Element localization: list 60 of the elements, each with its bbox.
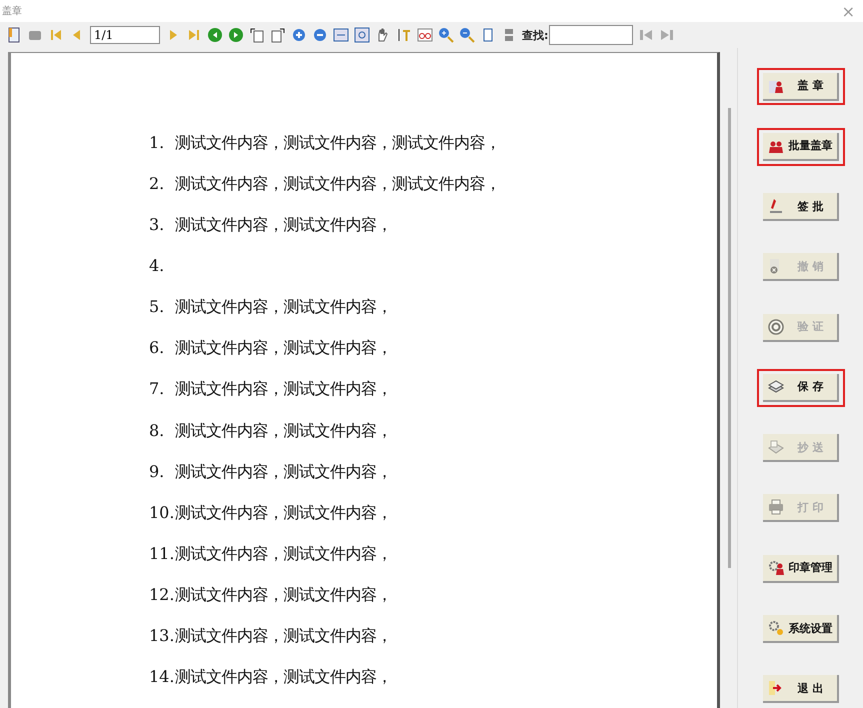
rotate-left-icon[interactable] [249,27,265,43]
line-number: 12. [149,584,175,606]
line-text: 测试文件内容，测试文件内容， [175,462,392,483]
line-text: 测试文件内容，测试文件内容， [175,297,392,318]
document-icon[interactable] [6,27,22,43]
window-title: 盖章 [2,4,22,18]
line-number: 3. [149,215,166,236]
line-text: 测试文件内容，测试文件内容， [175,584,392,606]
fit-width-icon[interactable] [333,27,349,43]
line-number: 9. [149,462,166,483]
minus-icon[interactable] [312,27,328,43]
line-number: 6. [149,338,166,360]
line-text: 测试文件内容，测试文件内容， [175,667,392,688]
find-next-icon[interactable] [659,27,676,43]
line-number: 5. [149,297,166,318]
search-field[interactable] [549,25,634,45]
line-text: 测试文件内容，测试文件内容， [175,544,392,565]
plus-icon[interactable] [291,27,307,43]
line-number: 8. [149,420,166,442]
action-button[interactable]: 退 出 [762,675,838,704]
line-text: 测试文件内容，测试文件内容， [175,502,392,524]
zoom-out-icon[interactable] [459,27,475,43]
line-text: 测试文件内容，测试文件内容， [175,626,392,647]
page-number-field[interactable]: 1/1 [90,26,160,44]
search-label: 查找: [522,28,548,42]
line-number: 4. [149,256,166,278]
glasses-icon[interactable] [417,27,433,43]
zoom-in-icon[interactable] [438,27,454,43]
action-button[interactable]: 盖 章 [762,72,838,101]
stamp-icon [766,318,784,335]
find-previous-icon[interactable] [638,27,654,43]
line-number: 11. [149,544,175,565]
rotate-right-icon[interactable] [270,27,286,43]
line-text: 测试文件内容，测试文件内容，测试文件内容， [175,133,500,154]
text-select-icon[interactable] [396,27,412,43]
tray-icon [766,439,784,456]
line-text: 测试文件内容，测试文件内容， [175,215,392,236]
gears-icon [766,560,784,576]
line-number: 7. [149,379,166,400]
fit-page-icon[interactable] [354,27,370,43]
forward-icon[interactable] [228,27,244,43]
action-button[interactable]: 保 存 [762,374,838,402]
line-number: 13. [149,626,175,647]
line-text: 测试文件内容，测试文件内容， [175,379,392,400]
papers-icon [766,378,784,395]
line-text: 测试文件内容，测试文件内容， [175,420,392,442]
line-number: 10. [149,502,175,524]
scrollbar[interactable] [728,108,731,568]
gears-icon [766,620,784,636]
line-text: 测试文件内容，测试文件内容，测试文件内容， [175,174,500,196]
line-number: 2. [149,174,166,196]
action-button[interactable]: 系统设置 [762,615,838,644]
line-text: 测试文件内容，测试文件内容， [175,338,392,360]
action-button[interactable]: 印章管理 [762,554,838,583]
action-button[interactable]: 签 批 [762,193,838,222]
action-button[interactable]: 批量盖章 [762,132,838,161]
back-icon[interactable] [207,27,223,43]
printer-icon [766,499,784,516]
line-number: 1. [149,133,166,154]
line-number: 14. [149,667,175,688]
